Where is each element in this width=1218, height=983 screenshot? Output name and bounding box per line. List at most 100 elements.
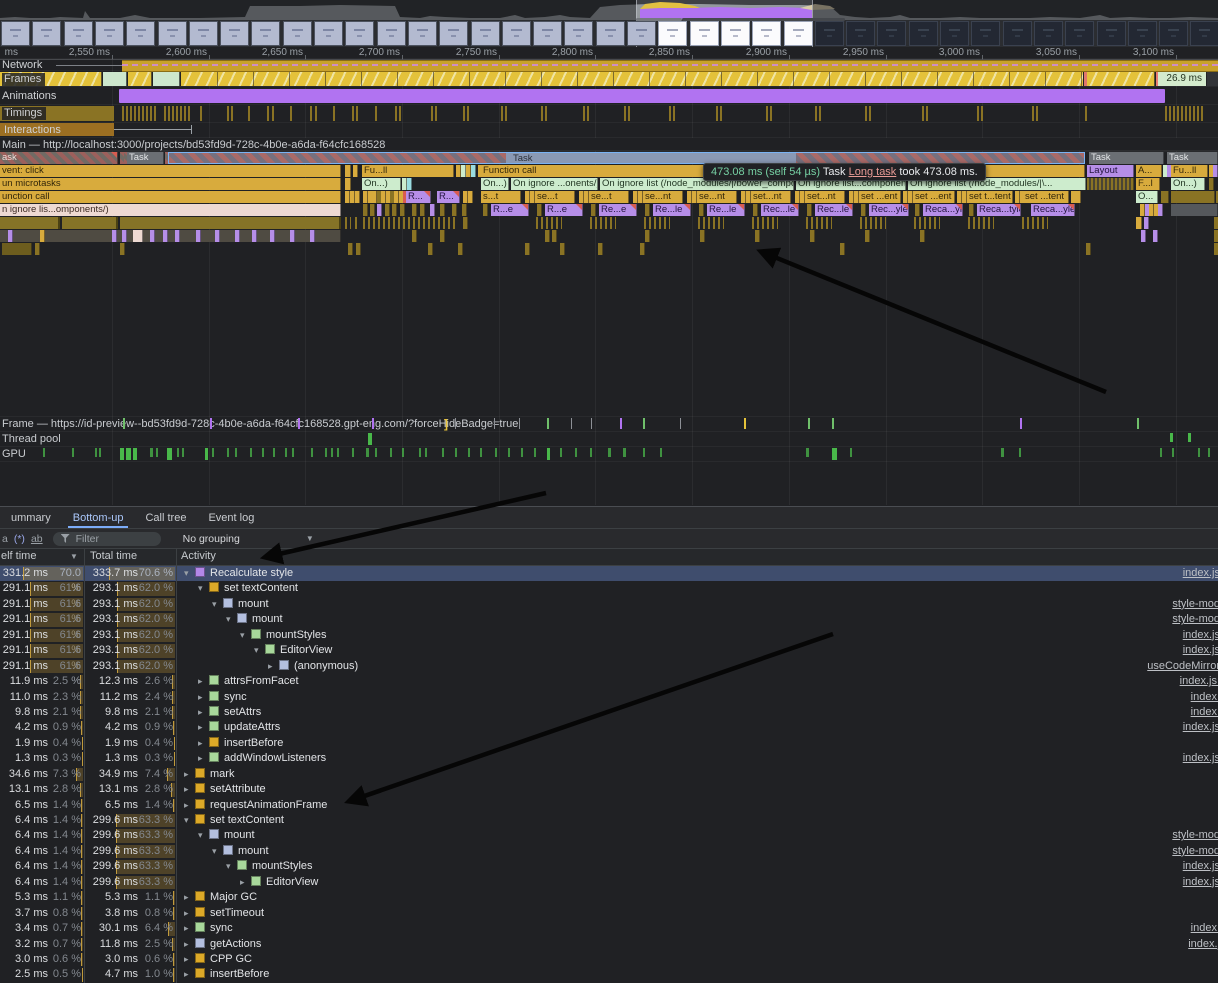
flame-bar[interactable]: Re...e <box>599 204 637 216</box>
network-bar[interactable] <box>122 60 1218 72</box>
timings-marker[interactable] <box>431 106 433 121</box>
screenshot-thumbnail[interactable] <box>533 21 562 46</box>
thread-pool-tick[interactable] <box>1188 433 1191 442</box>
flame-sliver[interactable] <box>525 243 530 255</box>
collapse-arrow-icon[interactable]: ▾ <box>254 643 265 658</box>
flame-bar[interactable]: set t...tent <box>967 191 1013 203</box>
flame-sliver[interactable] <box>2 243 32 255</box>
flame-sliver[interactable] <box>412 230 417 242</box>
flame-sliver[interactable] <box>483 204 488 216</box>
flame-sliver[interactable] <box>120 217 341 229</box>
table-row[interactable]: 6.4 ms1.4 %299.6 ms63.3 %▸EditorViewinde… <box>0 875 1218 890</box>
screenshot-thumbnail[interactable] <box>1159 21 1188 46</box>
screenshot-thumbnail[interactable] <box>95 21 124 46</box>
flame-sliver[interactable] <box>1022 217 1048 229</box>
flame-sliver[interactable] <box>1153 230 1158 242</box>
flame-sliver[interactable] <box>1087 178 1134 190</box>
timings-marker[interactable] <box>463 106 465 121</box>
screenshot-thumbnail[interactable] <box>1 21 30 46</box>
flame-sliver[interactable] <box>865 230 870 242</box>
timings-marker[interactable] <box>352 106 354 121</box>
gpu-tick[interactable] <box>99 448 101 457</box>
source-link[interactable]: index.js <box>1183 751 1218 766</box>
flame-bar[interactable]: Fu...ll <box>1171 165 1208 177</box>
flame-sliver[interactable] <box>1071 191 1081 203</box>
flame-bar[interactable]: se...t <box>535 191 575 203</box>
flame-bar[interactable]: Rec...le <box>815 204 853 216</box>
table-row[interactable]: 291.1 ms61.6 %293.1 ms62.0 %▾set textCon… <box>0 581 1218 596</box>
gpu-tick[interactable] <box>495 448 497 457</box>
screenshot-thumbnail[interactable] <box>251 21 280 46</box>
tab-ummary[interactable]: ummary <box>0 507 62 528</box>
screenshot-thumbnail[interactable] <box>627 21 656 46</box>
table-row[interactable]: 6.5 ms1.4 %6.5 ms1.4 %▸requestAnimationF… <box>0 798 1218 813</box>
frames-segment[interactable] <box>181 72 1083 86</box>
frame-event-tick[interactable] <box>1137 418 1139 429</box>
flame-sliver[interactable] <box>407 178 412 190</box>
gpu-tick[interactable] <box>375 448 377 457</box>
frame-event-tick[interactable] <box>519 418 520 429</box>
flame-sliver[interactable] <box>536 217 562 229</box>
timeline-overview[interactable] <box>0 0 1218 47</box>
flame-bar[interactable]: On...) <box>1171 178 1205 190</box>
flame-sliver[interactable] <box>755 230 760 242</box>
flame-sliver[interactable] <box>807 204 812 216</box>
flame-sliver[interactable] <box>1161 191 1169 203</box>
flame-sliver[interactable] <box>1213 165 1218 177</box>
flame-sliver[interactable] <box>345 217 351 229</box>
flame-sliver[interactable] <box>175 230 180 242</box>
flame-sliver[interactable] <box>860 217 886 229</box>
source-link[interactable]: style-mod <box>1172 597 1218 612</box>
gpu-tick[interactable] <box>325 448 327 457</box>
timings-marker[interactable] <box>673 106 675 121</box>
frame-event-tick[interactable] <box>591 418 592 429</box>
flame-sliver[interactable] <box>1144 217 1149 229</box>
track-label-animations[interactable]: Animations <box>2 90 56 102</box>
expand-arrow-icon[interactable]: ▸ <box>198 674 209 689</box>
flame-sliver[interactable] <box>968 217 994 229</box>
collapse-arrow-icon[interactable]: ▾ <box>240 628 251 643</box>
gpu-tick[interactable] <box>521 448 523 457</box>
gpu-tick[interactable] <box>43 448 45 457</box>
timings-marker[interactable] <box>395 106 397 121</box>
source-link[interactable]: index. <box>1191 705 1218 720</box>
table-row[interactable]: 331.2 ms70.0 %333.7 ms70.6 %▾Recalculate… <box>0 566 1218 581</box>
frame-event-tick[interactable] <box>547 418 549 429</box>
expand-arrow-icon[interactable]: ▸ <box>184 937 195 952</box>
collapse-arrow-icon[interactable]: ▾ <box>212 844 223 859</box>
frame-event-tick[interactable] <box>808 418 810 429</box>
table-row[interactable]: 11.9 ms2.5 %12.3 ms2.6 %▸attrsFromFaceti… <box>0 674 1218 689</box>
flame-sliver[interactable] <box>355 217 359 229</box>
gpu-tick[interactable] <box>337 448 339 457</box>
track-label-frames[interactable]: Frames <box>2 73 45 86</box>
table-row[interactable]: 291.1 ms61.6 %293.1 ms62.0 %▾mountStyles… <box>0 628 1218 643</box>
flame-sliver[interactable] <box>463 217 468 229</box>
table-row[interactable]: 6.4 ms1.4 %299.6 ms63.3 %▾mountstyle-mod <box>0 828 1218 843</box>
gpu-tick[interactable] <box>402 448 404 457</box>
frame-event-tick[interactable] <box>210 418 212 429</box>
source-link[interactable]: index.js <box>1183 859 1218 874</box>
frame-thread-header[interactable]: Frame — https://id-preview--bd53fd9d-728… <box>0 417 1218 430</box>
flame-sliver[interactable] <box>163 230 168 242</box>
table-row[interactable]: 3.7 ms0.8 %3.8 ms0.8 %▸setTimeout <box>0 906 1218 921</box>
table-row[interactable]: 5.3 ms1.1 %5.3 ms1.1 %▸Major GC <box>0 890 1218 905</box>
flame-sliver[interactable] <box>471 165 476 177</box>
flame-bar[interactable]: vent: click <box>0 165 341 177</box>
screenshot-thumbnail[interactable] <box>283 21 312 46</box>
collapse-arrow-icon[interactable]: ▾ <box>198 828 209 843</box>
timings-marker[interactable] <box>315 106 317 121</box>
flame-sliver[interactable] <box>640 243 645 255</box>
gpu-tick[interactable] <box>235 448 237 457</box>
timings-cluster[interactable] <box>1165 106 1205 121</box>
flame-sliver[interactable] <box>810 230 815 242</box>
flame-bar[interactable]: unction call <box>0 191 341 203</box>
screenshot-thumbnail[interactable] <box>439 21 468 46</box>
source-link[interactable]: style-mod <box>1172 612 1218 627</box>
flame-sliver[interactable] <box>645 230 650 242</box>
screenshot-thumbnail[interactable] <box>471 21 500 46</box>
flame-bar[interactable]: se...nt <box>697 191 737 203</box>
expand-arrow-icon[interactable]: ▸ <box>184 890 195 905</box>
flame-sliver[interactable] <box>458 243 463 255</box>
gpu-tick[interactable] <box>262 448 264 457</box>
flame-bar[interactable]: set ...ent <box>913 191 955 203</box>
